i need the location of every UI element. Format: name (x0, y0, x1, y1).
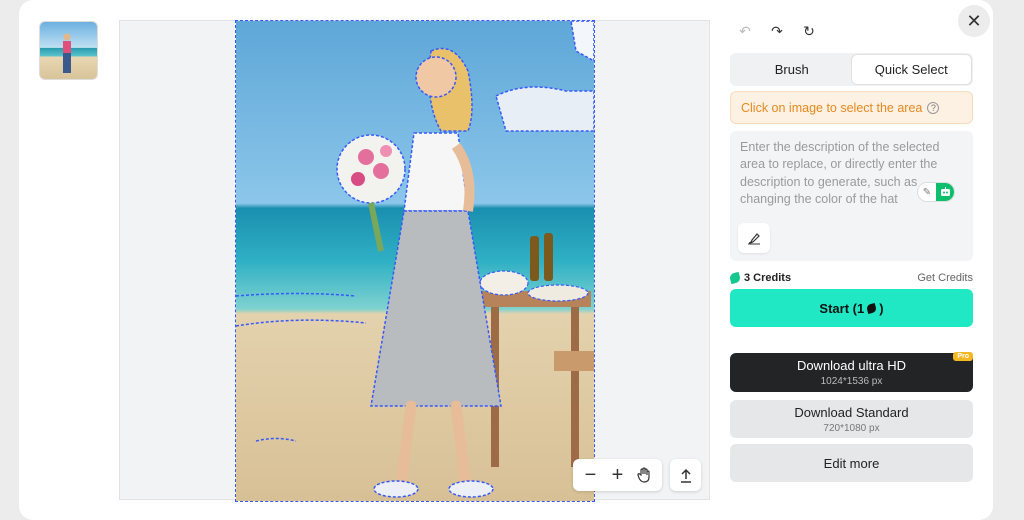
download-hd-size: 1024*1536 px (820, 376, 883, 387)
download-standard-button[interactable]: Download Standard 720*1080 px (730, 400, 973, 438)
right-panel: ↶ ↷ ↻ Brush Quick Select Click on image … (728, 0, 973, 520)
help-circle-icon[interactable]: ? (927, 101, 940, 114)
tab-brush[interactable]: Brush (732, 55, 852, 84)
credits-row: 3 Credits Get Credits (728, 271, 973, 285)
mode-tabs: Brush Quick Select (730, 53, 973, 86)
get-credits-link[interactable]: Get Credits (917, 272, 973, 284)
photo-illustration (236, 21, 594, 498)
person-figure (63, 33, 71, 73)
history-controls: ↶ ↷ ↻ (738, 23, 816, 39)
canvas-area[interactable]: − + (119, 20, 710, 502)
zoom-out-icon[interactable]: − (577, 460, 604, 490)
notice-text: Click on image to select the area (741, 100, 923, 115)
zoom-controls: − + (573, 459, 662, 491)
prompt-box[interactable]: Enter the description of the selected ar… (730, 131, 973, 261)
image-thumbnail[interactable] (39, 21, 98, 80)
tab-quick-select[interactable]: Quick Select (851, 55, 971, 84)
credits-balance: 3 Credits (728, 271, 792, 285)
download-std-title: Download Standard (794, 404, 909, 420)
upload-icon[interactable] (670, 459, 701, 491)
edit-more-button[interactable]: Edit more (730, 444, 973, 482)
redo-icon[interactable]: ↷ (770, 23, 784, 39)
gem-icon (866, 302, 878, 314)
credits-label: 3 Credits (744, 272, 792, 284)
robot-icon[interactable] (936, 183, 954, 201)
editor-modal: − + ✕ ↶ ↷ ↻ Brush Quick Select Click on … (19, 0, 993, 520)
download-ultra-hd-button[interactable]: Pro Download ultra HD 1024*1536 px (730, 352, 973, 392)
zoom-toolbar: − + (573, 459, 701, 491)
brush-icon[interactable] (738, 223, 770, 253)
prompt-tools: ✎ (917, 182, 955, 202)
zoom-in-icon[interactable]: + (604, 460, 631, 490)
start-label: Start (1 (819, 300, 865, 316)
start-suffix: ) (879, 300, 884, 316)
photo[interactable] (235, 20, 595, 502)
instruction-notice: Click on image to select the area ? (730, 91, 973, 124)
hand-icon[interactable] (631, 460, 658, 490)
gem-icon (728, 271, 742, 285)
eraser-icon[interactable]: ✎ (918, 183, 936, 201)
start-button[interactable]: Start (1 ) (730, 289, 973, 327)
prompt-placeholder[interactable]: Enter the description of the selected ar… (740, 139, 940, 208)
download-hd-title: Download ultra HD (796, 358, 907, 373)
refresh-icon[interactable]: ↻ (802, 23, 816, 39)
undo-icon[interactable]: ↶ (738, 23, 752, 39)
download-std-size: 720*1080 px (823, 422, 880, 434)
pro-badge: Pro (953, 352, 973, 361)
